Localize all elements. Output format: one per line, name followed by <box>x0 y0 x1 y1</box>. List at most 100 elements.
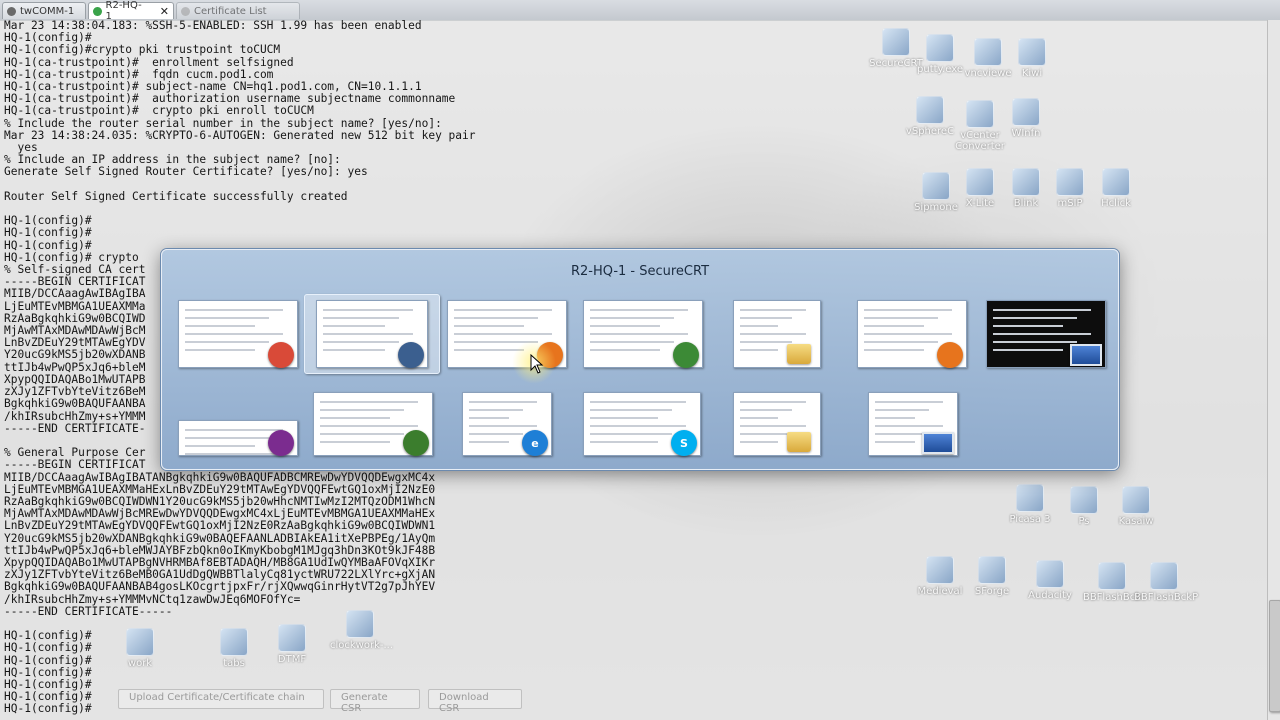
shortcut-glyph-icon <box>346 610 374 638</box>
packet-tracer-icon <box>403 430 429 456</box>
internet-explorer-icon: e <box>522 430 548 456</box>
thumbnail-content-line <box>590 433 672 435</box>
shortcut-glyph-icon <box>966 168 994 196</box>
shortcut-glyph-icon <box>126 628 154 656</box>
thumbnail-content-line <box>590 417 658 419</box>
thumbnail-content-line <box>993 325 1063 327</box>
recorder-icon <box>268 430 294 456</box>
thumbnail-content-line <box>590 349 660 351</box>
tab-twcomm-1[interactable]: twCOMM-1 <box>2 2 86 19</box>
thumbnail-content-line <box>740 409 792 411</box>
desktop-shortcut-icon[interactable]: WInfn <box>996 98 1056 139</box>
thumbnail-content-line <box>590 401 686 403</box>
shortcut-glyph-icon <box>916 96 944 124</box>
thumbnail-content-line <box>875 401 943 403</box>
tab-label: R2-HQ-1 <box>105 0 142 22</box>
thumbnail-content-line <box>469 417 509 419</box>
thumbnail-content-line <box>740 333 806 335</box>
desktop-shortcut-icon[interactable]: work <box>110 628 170 669</box>
thumbnail-content-line <box>185 437 269 439</box>
thumbnail-content-line <box>454 333 552 335</box>
session-connected-icon <box>93 6 102 16</box>
shortcut-glyph-icon <box>1056 168 1084 196</box>
shortcut-label: SForge <box>974 586 1010 597</box>
tab-label: twCOMM-1 <box>20 5 75 17</box>
desktop-shortcut-icon[interactable]: Medieval <box>910 556 970 597</box>
thumbnail-content-line <box>590 333 688 335</box>
thumbnail-content-line <box>185 341 269 343</box>
folder-icon <box>787 432 811 452</box>
shortcut-glyph-icon <box>966 100 994 128</box>
thumbnail-content-line <box>993 341 1077 343</box>
shortcut-label: BBFlashBckP <box>1134 592 1199 603</box>
firefox-icon <box>937 342 963 368</box>
desktop-shortcut-icon[interactable]: Kiwi <box>1002 38 1062 79</box>
thumbnail-content-line <box>864 309 952 311</box>
thumbnail-content-line <box>740 417 778 419</box>
desktop-shortcut-icon[interactable]: clockwork-... <box>330 610 393 651</box>
thumbnail-content-line <box>740 401 806 403</box>
folder-icon <box>787 344 811 364</box>
desktop-shortcut-icon[interactable]: DTMF <box>262 624 322 665</box>
thumbnail-content-line <box>864 349 924 351</box>
tab-r2-hq-1[interactable]: R2-HQ-1 ✕ <box>88 0 174 22</box>
desktop-shortcut-icon[interactable]: Picasa 3 <box>1000 484 1060 525</box>
desktop-shortcut-icon[interactable]: BBFlashBckP <box>1134 562 1199 603</box>
thumbnail-content-line <box>993 309 1091 311</box>
thumbnail-content-line <box>185 317 269 319</box>
thumbnail-content-line <box>320 417 390 419</box>
thumbnail-content-line <box>740 317 792 319</box>
desktop-shortcut-icon[interactable]: tabs <box>204 628 264 669</box>
shortcut-label: Audacity <box>1028 590 1072 601</box>
desktop-shortcut-icon[interactable]: BBFlashBck <box>1082 562 1142 603</box>
thumbnail-content-line <box>875 425 943 427</box>
shortcut-glyph-icon <box>278 624 306 652</box>
switcher-window-title: R2-HQ-1 - SecureCRT <box>570 264 710 279</box>
thumbnail-content-line <box>740 433 792 435</box>
thumbnail-content-line <box>323 333 413 335</box>
terminal-scrollbar[interactable] <box>1267 20 1280 720</box>
desktop-shortcut-icon[interactable]: Hclick <box>1086 168 1146 209</box>
shortcut-glyph-icon <box>922 172 950 200</box>
tab-certificate-list[interactable]: Certificate List <box>176 2 300 19</box>
thumbnail-content-line <box>590 325 660 327</box>
thumbnail-content-line <box>469 401 537 403</box>
thumbnail-content-line <box>875 409 929 411</box>
close-tab-icon[interactable]: ✕ <box>160 5 169 18</box>
desktop-shortcut-icon[interactable]: Audacity <box>1020 560 1080 601</box>
thumbnail-content-line <box>454 325 524 327</box>
shortcut-glyph-icon <box>1070 486 1098 514</box>
thumbnail-content-line <box>185 333 283 335</box>
thumbnail-content-line <box>454 349 524 351</box>
shortcut-label: work <box>127 658 153 669</box>
thumbnail-content-line <box>185 325 255 327</box>
desktop-shortcut-icon[interactable]: SForge <box>962 556 1022 597</box>
thumbnail-content-line <box>454 317 538 319</box>
scrollbar-thumb[interactable] <box>1269 600 1280 712</box>
thumbnail-content-line <box>469 425 537 427</box>
shortcut-label: Picasa 3 <box>1009 514 1051 525</box>
shortcut-label: DTMF <box>277 654 307 665</box>
desktop-shortcut-icon[interactable]: Ps <box>1054 486 1114 527</box>
thumbnail-content-line <box>864 325 924 327</box>
thumbnail-content-line <box>185 429 283 431</box>
thumbnail-content-line <box>320 441 390 443</box>
thumbnail-content-line <box>740 425 806 427</box>
thumbnail-content-line <box>590 341 674 343</box>
desktop-shortcut-icon[interactable]: Kasaiw <box>1106 486 1166 527</box>
thumbnail-content-line <box>469 409 523 411</box>
thumbnail-content-line <box>323 309 413 311</box>
shortcut-label: Medieval <box>917 586 963 597</box>
thumbnail-content-line <box>864 341 938 343</box>
thumbnail-content-line <box>590 409 672 411</box>
thumbnail-content-line <box>864 333 952 335</box>
shortcut-label: Ps <box>1078 516 1090 527</box>
shortcut-glyph-icon <box>1012 168 1040 196</box>
cpu-meter-icon <box>673 342 699 368</box>
shortcut-glyph-icon <box>882 28 910 56</box>
thumbnail-content-line <box>320 409 404 411</box>
thumbnail-content-line <box>469 433 523 435</box>
shortcut-glyph-icon <box>1018 38 1046 66</box>
thumbnail-content-line <box>469 441 509 443</box>
session-status-icon <box>7 6 16 16</box>
